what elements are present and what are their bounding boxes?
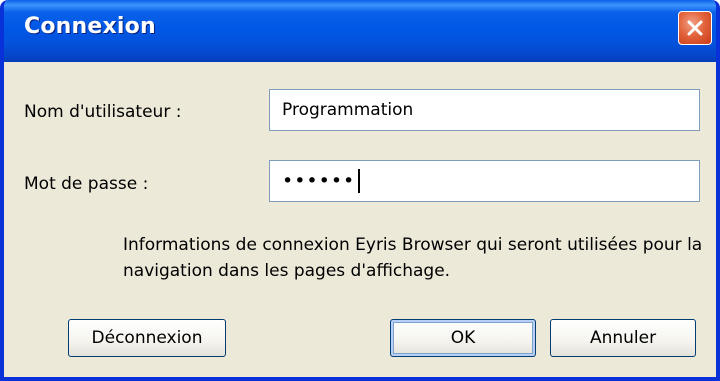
close-button[interactable]	[678, 11, 712, 45]
cancel-button[interactable]: Annuler	[550, 319, 696, 357]
username-value: Programmation	[282, 100, 414, 120]
password-value: ••••••	[282, 170, 356, 192]
text-caret	[358, 169, 361, 193]
password-field[interactable]: ••••••	[269, 160, 700, 202]
username-label: Nom d'utilisateur :	[24, 102, 182, 122]
ok-button[interactable]: OK	[390, 319, 536, 357]
title-bar[interactable]: Connexion	[4, 0, 716, 62]
password-label: Mot de passe :	[24, 174, 149, 194]
connexion-dialog: Connexion Nom d'utilisateur : Programmat…	[0, 0, 720, 381]
window-title: Connexion	[24, 14, 156, 39]
username-field[interactable]: Programmation	[269, 89, 700, 131]
disconnect-button[interactable]: Déconnexion	[68, 319, 226, 357]
info-text: Informations de connexion Eyris Browser …	[123, 235, 703, 281]
close-icon	[685, 18, 705, 38]
